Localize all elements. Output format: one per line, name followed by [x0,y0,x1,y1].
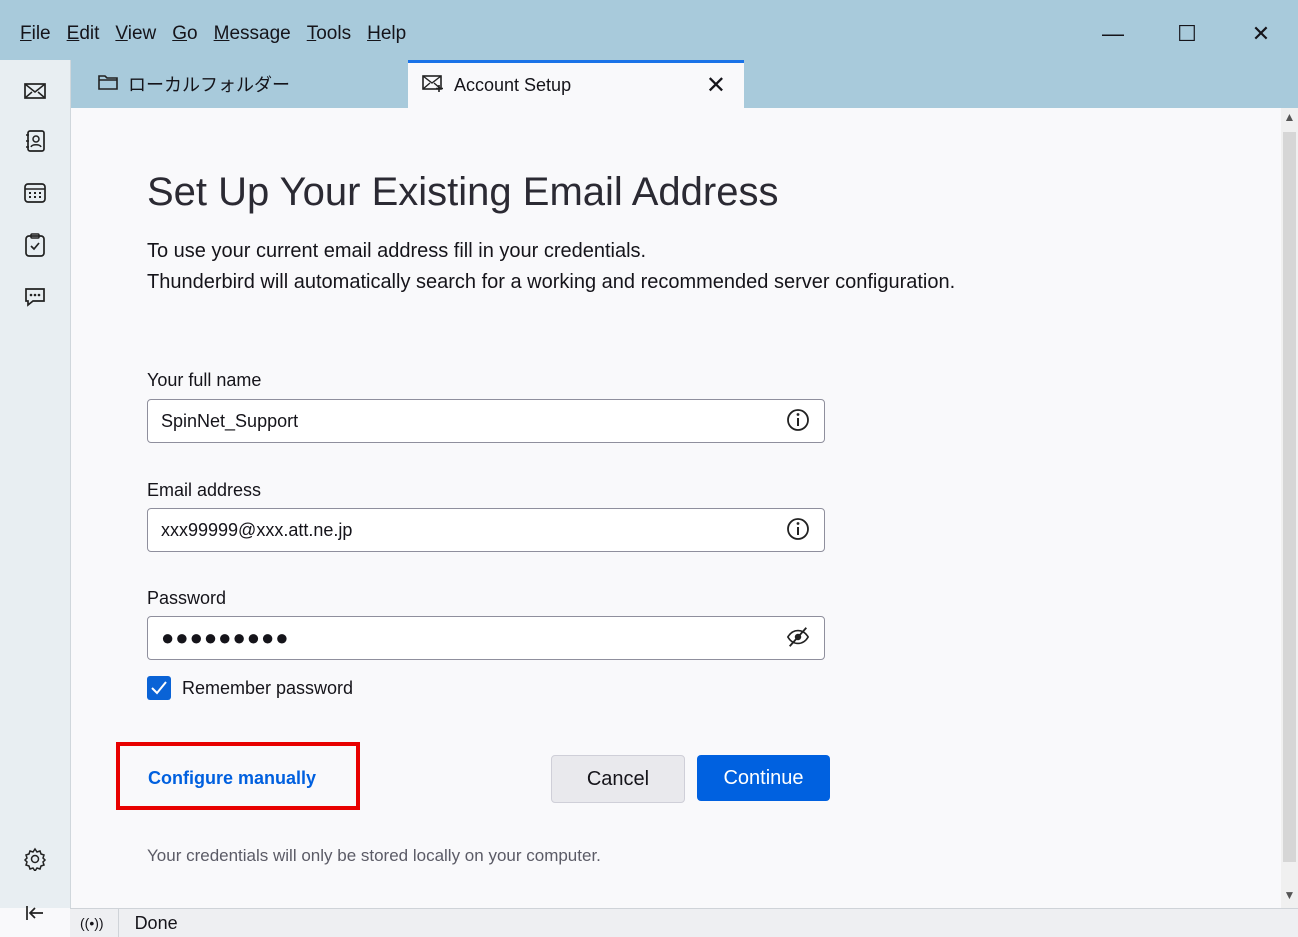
menu-help[interactable]: Help [359,20,414,48]
menu-tools[interactable]: Tools [299,20,359,48]
mail-setup-icon [422,74,444,97]
folder-icon [98,74,118,95]
account-setup-page: Set Up Your Existing Email Address To us… [71,108,1281,908]
menu-view[interactable]: View [107,20,164,48]
configure-manually-link[interactable]: Configure manually [148,768,316,789]
address-book-icon[interactable] [20,126,50,156]
window-controls: — ☐ ✕ [1076,12,1298,56]
email-field[interactable]: xxx99999@xxx.att.ne.jp [147,508,825,552]
email-value: xxx99999@xxx.att.ne.jp [161,519,353,540]
email-label: Email address [147,480,262,500]
remember-password-label: Remember password [182,677,354,698]
chat-icon[interactable] [20,282,50,312]
password-value: ●●●●●●●●● [161,625,290,650]
tab-label: Account Setup [454,75,572,95]
spaces-toolbar [0,60,71,920]
cancel-button[interactable]: Cancel [551,755,685,803]
name-label: Your full name [147,370,262,390]
online-status-icon[interactable]: ((•)) [80,915,104,931]
tab-label: ローカルフォルダー [128,75,290,95]
password-field[interactable]: ●●●●●●●●● [147,616,825,660]
intro-text: To use your current email address fill i… [147,240,956,293]
status-divider [117,909,119,937]
maximize-button[interactable]: ☐ [1150,12,1224,56]
tasks-icon[interactable] [20,230,50,260]
menu-edit[interactable]: Edit [59,20,108,48]
menu-go[interactable]: Go [164,20,205,48]
credentials-note: Your credentials will only be stored loc… [147,846,601,865]
tab-local-folders[interactable]: ローカルフォルダー [84,60,384,108]
settings-icon[interactable] [20,844,50,874]
calendar-icon[interactable] [20,178,50,208]
info-icon[interactable] [786,517,810,541]
close-window-button[interactable]: ✕ [1224,12,1298,56]
menu-file[interactable]: File [12,20,59,48]
full-name-field[interactable]: SpinNet_Support [147,399,825,443]
continue-button[interactable]: Continue [697,755,830,801]
password-label: Password [147,588,227,608]
scroll-down-icon[interactable]: ▼ [1281,888,1298,902]
tab-bar: ローカルフォルダー Account Setup ✕ [70,60,1298,108]
scroll-up-icon[interactable]: ▲ [1281,110,1298,124]
title-bar: File Edit View Go Message Tools Help — ☐… [0,0,1298,60]
remember-password-row: Remember password [147,676,353,700]
vertical-scrollbar[interactable]: ▲ ▼ [1281,108,1298,908]
eye-slash-icon[interactable] [786,625,810,649]
collapse-icon[interactable] [20,898,50,928]
minimize-button[interactable]: — [1076,12,1150,56]
close-tab-icon[interactable]: ✕ [706,71,726,100]
status-bar: ((•)) Done [70,908,1298,937]
status-text: Done [134,912,178,933]
mail-icon[interactable] [20,76,50,106]
page-title: Set Up Your Existing Email Address [147,170,779,214]
menubar: File Edit View Go Message Tools Help [12,20,414,48]
remember-password-checkbox[interactable] [147,676,171,700]
checkmark-icon [151,681,167,695]
tab-account-setup[interactable]: Account Setup ✕ [408,60,744,108]
full-name-value: SpinNet_Support [161,410,299,431]
info-icon[interactable] [786,408,810,432]
menu-message[interactable]: Message [206,20,299,48]
scroll-thumb[interactable] [1283,132,1296,862]
